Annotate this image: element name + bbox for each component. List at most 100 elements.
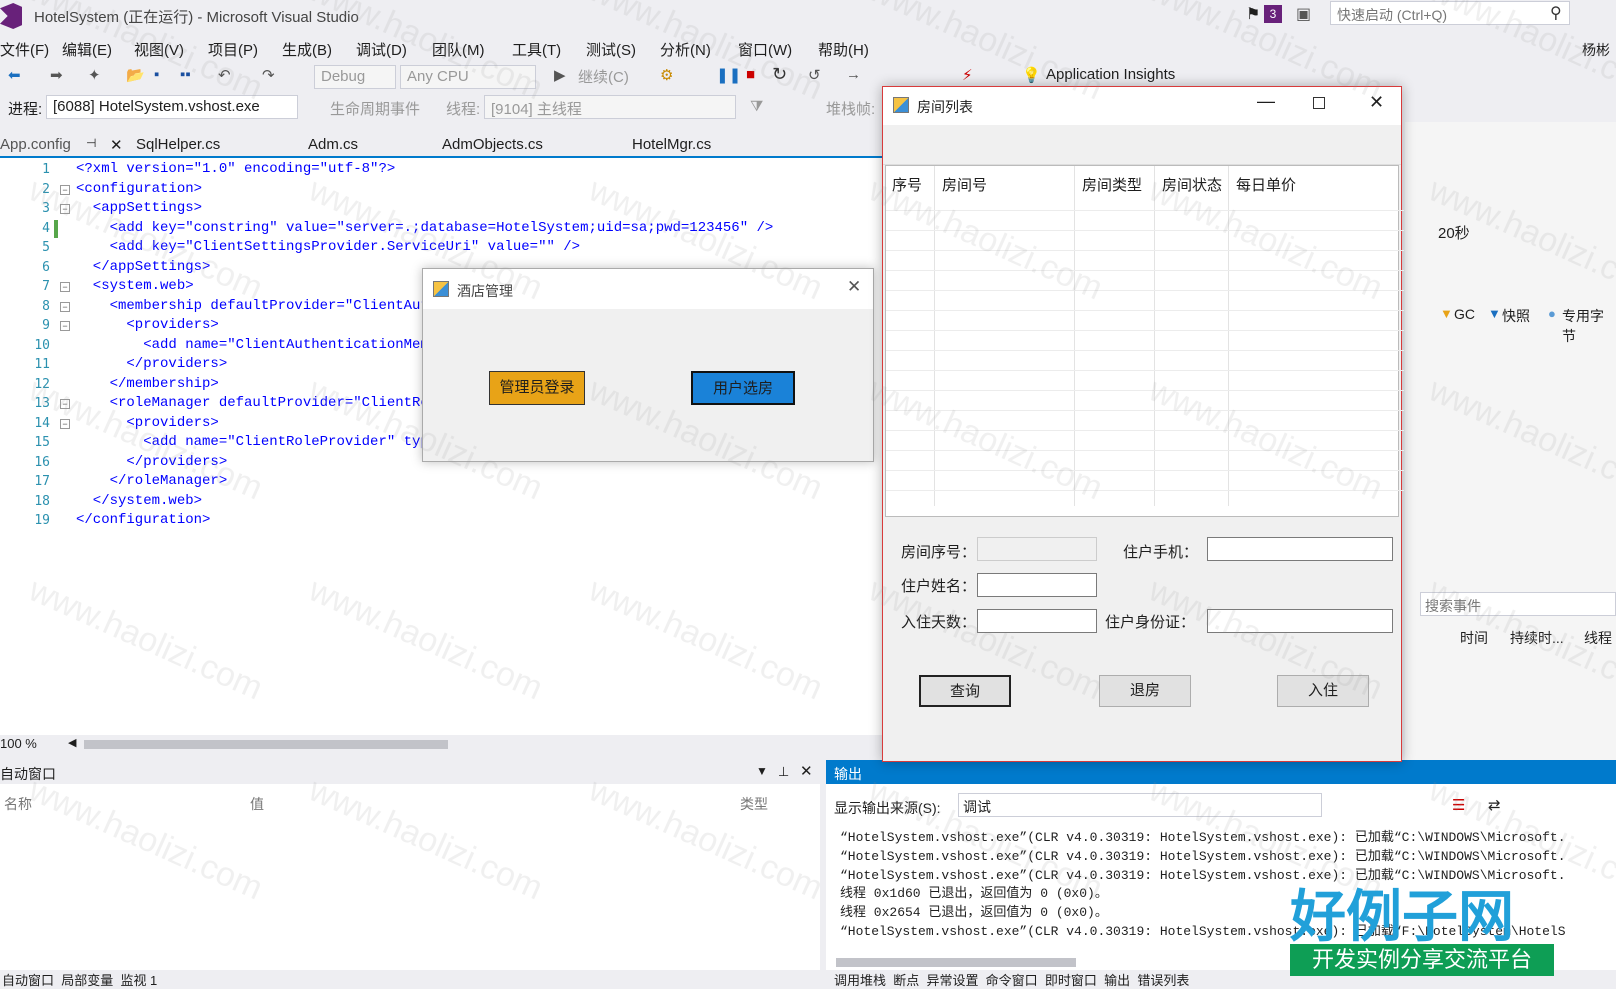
fold-toggle-icon[interactable]: − [60, 184, 70, 195]
code-line[interactable]: <?xml version="1.0" encoding="utf-8"?> [76, 161, 395, 177]
search-events-input[interactable]: 搜索事件 [1420, 592, 1616, 616]
maximize-icon[interactable] [1313, 97, 1325, 109]
menu-file[interactable]: 文件(F) [0, 39, 49, 60]
step-into-icon[interactable]: → [846, 66, 861, 83]
scroll-left-icon[interactable]: ◀ [68, 736, 76, 749]
code-line[interactable]: </roleManager> [76, 473, 228, 489]
diagnostics-icon[interactable]: ⚡ [962, 66, 973, 84]
tab-admobjects[interactable]: AdmObjects.cs [442, 136, 543, 153]
phone-input[interactable] [1207, 537, 1393, 561]
code-line[interactable]: </membership> [76, 376, 219, 392]
lifecycle-events-button[interactable]: 生命周期事件 [330, 98, 420, 119]
code-line[interactable]: <add key="constring" value="server=.;dat… [76, 220, 774, 236]
fold-toggle-icon[interactable]: − [60, 321, 70, 331]
menu-project[interactable]: 项目(P) [208, 39, 258, 60]
checkout-button[interactable]: 退房 [1099, 675, 1191, 707]
output-source-select[interactable]: 调试 [958, 793, 1322, 817]
code-line[interactable]: <providers> [76, 415, 218, 431]
thread-select[interactable]: [9104] 主线程 [484, 95, 736, 119]
menu-build[interactable]: 生成(B) [282, 39, 332, 60]
menu-analyze[interactable]: 分析(N) [660, 39, 711, 60]
tab-hotelmgr[interactable]: HotelMgr.cs [632, 136, 711, 153]
menu-tools[interactable]: 工具(T) [512, 39, 561, 60]
forward-icon[interactable]: ➡ [50, 66, 63, 84]
code-line[interactable]: <appSettings> [76, 200, 202, 216]
code-line[interactable]: </providers> [76, 454, 227, 470]
col-value[interactable]: 值 [250, 794, 264, 814]
fold-toggle-icon[interactable]: − [60, 301, 70, 312]
fold-toggle-icon[interactable]: − [60, 204, 70, 214]
zoom-level[interactable]: 100 % [0, 736, 37, 751]
minimize-icon[interactable]: — [1257, 91, 1275, 112]
pin-icon[interactable]: ⊣ [86, 136, 96, 150]
code-line[interactable]: <membership defaultProvider="ClientAuthe [76, 298, 446, 314]
tab-app-config[interactable]: App.config [0, 136, 71, 153]
new-project-icon[interactable]: ✦ [88, 66, 101, 84]
code-line[interactable]: <add key="ClientSettingsProvider.Service… [76, 239, 581, 255]
code-line[interactable]: <providers> [76, 317, 218, 333]
menu-team[interactable]: 团队(M) [432, 39, 485, 60]
close-icon[interactable]: ✕ [110, 136, 123, 154]
configuration-select[interactable]: Debug [314, 65, 396, 89]
fold-toggle-icon[interactable]: − [60, 418, 70, 429]
fold-toggle-icon[interactable]: − [60, 399, 70, 409]
room-data-grid[interactable]: 序号 房间号 房间类型 房间状态 每日单价 [885, 165, 1404, 517]
undo-icon[interactable]: ↶ [218, 66, 231, 84]
menu-test[interactable]: 测试(S) [586, 39, 636, 60]
col-name[interactable]: 名称 [4, 794, 32, 814]
save-icon[interactable]: ▪ [154, 66, 159, 83]
col-time[interactable]: 时间 [1460, 628, 1488, 648]
fold-toggle-icon[interactable]: − [60, 282, 70, 292]
refresh-icon[interactable]: ↺ [808, 66, 821, 84]
open-file-icon[interactable]: 📂 [126, 66, 145, 84]
word-wrap-icon[interactable]: ⇄ [1488, 796, 1501, 814]
name-input[interactable] [977, 573, 1097, 597]
pin-icon[interactable]: ⊥ [778, 764, 789, 780]
filter-icon[interactable]: ⧩ [750, 98, 763, 115]
chevron-down-icon[interactable]: ▼ [756, 764, 768, 778]
col-type[interactable]: 类型 [740, 794, 768, 814]
output-scrollbar[interactable] [836, 958, 1076, 967]
menu-view[interactable]: 视图(V) [134, 39, 184, 60]
notification-flag-icon[interactable]: ⚑ [1246, 4, 1260, 24]
quick-launch-input[interactable]: 快速启动 (Ctrl+Q) [1330, 1, 1570, 25]
tab-adm[interactable]: Adm.cs [308, 136, 358, 153]
stop-icon[interactable]: ■ [746, 66, 755, 83]
attach-icon[interactable]: ⚙ [660, 66, 673, 84]
col-duration[interactable]: 持续时... [1510, 628, 1564, 648]
col-room-no[interactable]: 房间号 [942, 174, 987, 195]
back-icon[interactable]: ⬅ [8, 66, 21, 84]
code-line[interactable]: <add name="ClientAuthenticationMembe [76, 337, 445, 353]
horizontal-scrollbar[interactable] [84, 740, 448, 749]
continue-button[interactable]: 继续(C) [578, 66, 629, 87]
col-room-type[interactable]: 房间类型 [1082, 174, 1142, 195]
user-select-room-button[interactable]: 用户选房 [691, 371, 795, 405]
col-daily-price[interactable]: 每日单价 [1236, 174, 1296, 195]
play-icon[interactable]: ▶ [554, 66, 566, 84]
restart-icon[interactable]: ↻ [772, 64, 787, 85]
menu-window[interactable]: 窗口(W) [738, 39, 792, 60]
clear-all-icon[interactable]: ☰ [1452, 796, 1465, 814]
platform-select[interactable]: Any CPU [400, 65, 536, 89]
code-line[interactable]: <add name="ClientRoleProvider" type= [76, 434, 445, 450]
feedback-icon[interactable]: ▣ [1296, 4, 1311, 24]
redo-icon[interactable]: ↷ [262, 66, 275, 84]
autos-tabs[interactable]: 自动窗口 局部变量 监视 1 [0, 970, 820, 988]
tab-sqlhelper[interactable]: SqlHelper.cs [136, 136, 220, 153]
checkin-button[interactable]: 入住 [1277, 675, 1369, 707]
admin-login-button[interactable]: 管理员登录 [489, 371, 585, 405]
menu-debug[interactable]: 调试(D) [356, 39, 407, 60]
col-thread[interactable]: 线程 [1584, 628, 1612, 648]
col-room-status[interactable]: 房间状态 [1162, 174, 1222, 195]
code-line[interactable]: </appSettings> [76, 259, 211, 275]
process-select[interactable]: [6088] HotelSystem.vshost.exe [46, 95, 298, 119]
close-icon[interactable]: ✕ [800, 762, 813, 780]
close-icon[interactable]: ✕ [1369, 92, 1384, 113]
menu-help[interactable]: 帮助(H) [818, 39, 869, 60]
id-card-input[interactable] [1207, 609, 1393, 633]
code-line[interactable]: <configuration> [76, 181, 202, 197]
code-line[interactable]: <system.web> [76, 278, 194, 294]
search-icon[interactable]: ⚲ [1550, 3, 1562, 23]
code-line[interactable]: <roleManager defaultProvider="ClientRole [76, 395, 446, 411]
col-seq[interactable]: 序号 [892, 174, 922, 195]
